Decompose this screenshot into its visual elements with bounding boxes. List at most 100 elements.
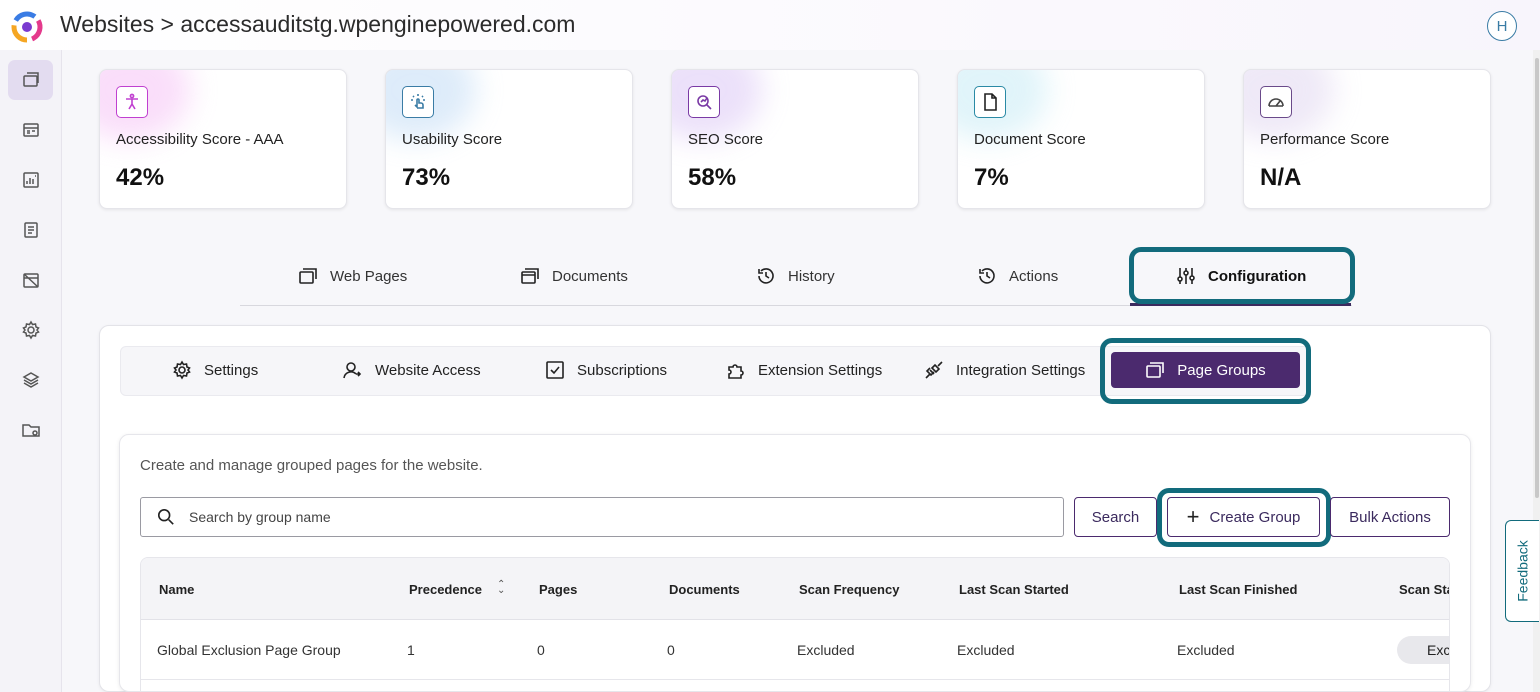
score-value: 7%: [974, 164, 1009, 191]
document-icon: [974, 86, 1006, 118]
cell-pages: 0: [537, 642, 545, 658]
subtab-integration-settings[interactable]: Integration Settings: [924, 352, 1085, 388]
cell-last-scan-finished: Excluded: [1177, 642, 1235, 658]
plug-icon: [925, 361, 943, 379]
checkbox-icon: [546, 361, 564, 379]
sidebar-item-websites[interactable]: [8, 60, 53, 100]
sidebar-item-reports[interactable]: [8, 160, 53, 200]
sidebar-item-folder-settings[interactable]: [8, 410, 53, 450]
cell-scan-frequency: Excluded: [797, 642, 855, 658]
status-badge: Exc: [1397, 636, 1449, 664]
subtab-label: Settings: [204, 361, 259, 379]
score-label: Performance Score: [1260, 131, 1390, 148]
column-header-name[interactable]: Name: [159, 582, 194, 597]
subtab-label: Website Access: [375, 361, 481, 379]
cell-documents: 0: [667, 642, 675, 658]
tab-label: Web Pages: [330, 267, 408, 285]
tab-history[interactable]: History: [756, 258, 835, 294]
search-button[interactable]: Search: [1074, 497, 1157, 537]
sort-icon[interactable]: ⌃ ⌄: [497, 580, 505, 596]
history-icon: [758, 268, 774, 284]
sidebar-item-settings[interactable]: [8, 310, 53, 350]
score-card-accessibility: Accessibility Score - AAA 42%: [99, 69, 347, 209]
websites-icon: [22, 72, 39, 87]
column-header-pages[interactable]: Pages: [539, 582, 577, 597]
tab-label: Documents: [552, 267, 628, 285]
page-groups-description: Create and manage grouped pages for the …: [140, 457, 483, 474]
subtab-extension-settings[interactable]: Extension Settings: [726, 352, 882, 388]
scrollbar-thumb[interactable]: [1535, 58, 1539, 498]
documents-icon: [521, 268, 539, 284]
performance-icon: [1260, 86, 1292, 118]
accessibility-icon: [116, 86, 148, 118]
column-header-precedence[interactable]: Precedence: [409, 582, 482, 597]
sidebar-item-schedule[interactable]: [8, 260, 53, 300]
highlight-page-groups-subtab: [1100, 338, 1311, 404]
score-label: Usability Score: [402, 131, 503, 148]
reports-icon: [22, 172, 39, 188]
tab-label: History: [788, 267, 835, 285]
dashboard-icon: [22, 123, 39, 137]
usability-icon: [402, 86, 434, 118]
subtab-label: Subscriptions: [577, 361, 668, 379]
score-value: N/A: [1260, 164, 1302, 191]
page-title: Websites > accessauditstg.wpenginepowere…: [60, 11, 576, 37]
gear-icon: [173, 360, 191, 380]
gear-icon: [21, 320, 40, 340]
column-header-last-scan-started[interactable]: Last Scan Started: [959, 582, 1069, 597]
tab-documents[interactable]: Documents: [520, 258, 628, 294]
score-card-usability: Usability Score 73%: [385, 69, 633, 209]
score-card-document: Document Score 7%: [957, 69, 1205, 209]
score-card-seo: SEO Score 58%: [671, 69, 919, 209]
highlight-configuration-tab: [1129, 247, 1355, 304]
seo-icon: [688, 86, 720, 118]
calendar-off-icon: [22, 273, 39, 288]
subtab-settings[interactable]: Settings: [172, 352, 258, 388]
bulk-actions-button[interactable]: Bulk Actions: [1330, 497, 1450, 537]
tab-label: Actions: [1009, 267, 1059, 285]
tab-actions[interactable]: Actions: [977, 258, 1058, 294]
score-label: Document Score: [974, 131, 1086, 148]
row-divider: [141, 679, 1449, 680]
subtab-label: Extension Settings: [758, 361, 883, 379]
sidebar-item-dashboard[interactable]: [8, 110, 53, 150]
cell-last-scan-started: Excluded: [957, 642, 1015, 658]
cell-precedence: 1: [407, 642, 415, 658]
score-value: 58%: [688, 164, 737, 191]
user-access-icon: [343, 362, 362, 379]
column-header-last-scan-finished[interactable]: Last Scan Finished: [1179, 582, 1297, 597]
score-label: SEO Score: [688, 131, 764, 148]
search-icon: [157, 508, 174, 525]
layers-icon: [21, 372, 40, 388]
actions-icon: [979, 268, 995, 284]
folder-settings-icon: [21, 424, 40, 437]
document-icon: [23, 222, 38, 238]
score-label: Accessibility Score - AAA: [116, 131, 284, 148]
score-value: 73%: [402, 164, 451, 191]
subtab-label: Integration Settings: [956, 361, 1086, 379]
cell-name[interactable]: Global Exclusion Page Group: [157, 642, 341, 658]
puzzle-icon: [728, 364, 744, 379]
column-header-documents[interactable]: Documents: [669, 582, 740, 597]
score-card-performance: Performance Score N/A: [1243, 69, 1491, 209]
column-header-scan-status[interactable]: Scan Sta: [1399, 582, 1449, 597]
top-bar: Websites > accessauditstg.wpenginepowere…: [0, 0, 1540, 50]
app-logo-icon[interactable]: [10, 10, 44, 44]
highlight-create-group: [1157, 488, 1331, 547]
search-input[interactable]: [189, 509, 1029, 525]
web-pages-icon: [299, 268, 317, 284]
subtab-website-access[interactable]: Website Access: [343, 352, 481, 388]
tab-web-pages[interactable]: Web Pages: [298, 258, 407, 294]
table-header: Name Precedence ⌃ ⌄ Pages Documents Scan …: [141, 558, 1449, 620]
sidebar-item-documents[interactable]: [8, 210, 53, 250]
feedback-label: Feedback: [1514, 540, 1531, 602]
avatar[interactable]: H: [1487, 11, 1517, 41]
score-value: 42%: [116, 164, 165, 191]
sidebar: [0, 50, 62, 692]
page-groups-table: Name Precedence ⌃ ⌄ Pages Documents Scan …: [140, 557, 1450, 692]
column-header-scan-frequency[interactable]: Scan Frequency: [799, 582, 899, 597]
feedback-button[interactable]: Feedback: [1505, 520, 1539, 622]
subtab-subscriptions[interactable]: Subscriptions: [545, 352, 667, 388]
search-field[interactable]: [140, 497, 1064, 537]
sidebar-item-layers[interactable]: [8, 360, 53, 400]
